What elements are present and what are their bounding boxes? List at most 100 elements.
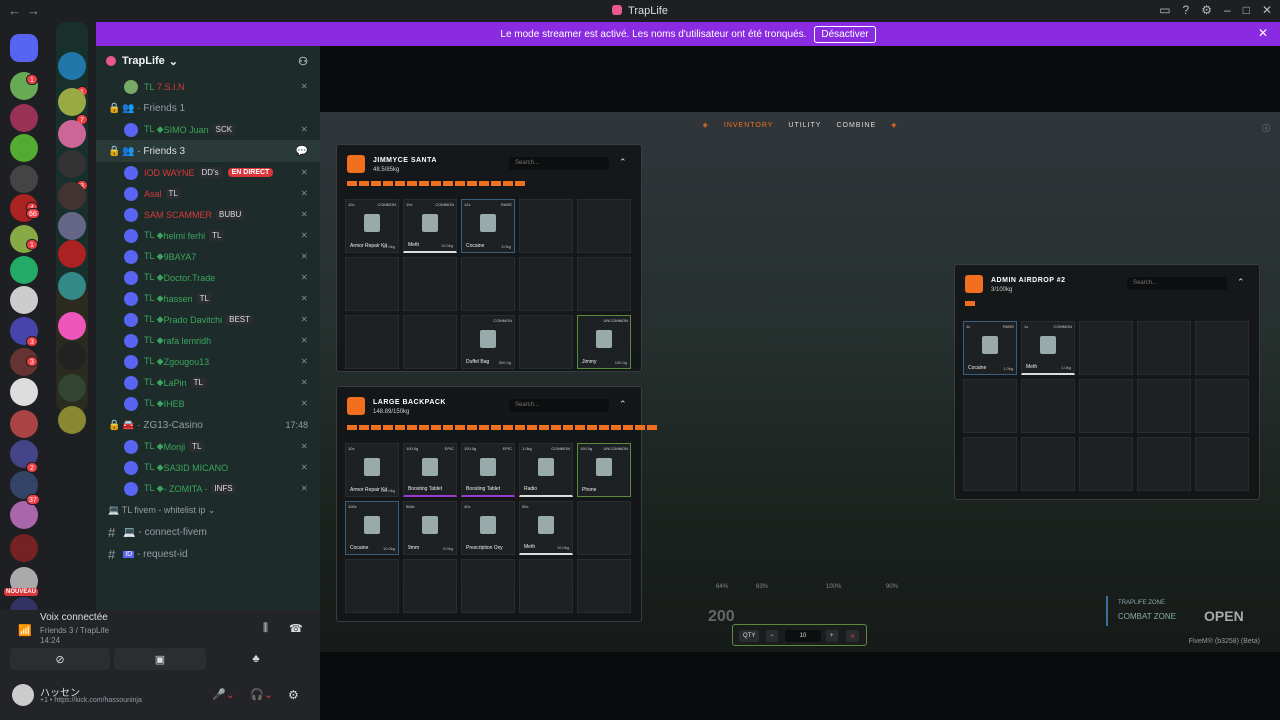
- inventory-slot[interactable]: 1.0kg COMMON Radio: [519, 443, 573, 497]
- inventory-slot[interactable]: 50x Meth 10.0kg: [519, 501, 573, 555]
- server-icon[interactable]: [58, 240, 86, 268]
- qty-close-button[interactable]: ✕: [846, 630, 860, 642]
- inventory-slot[interactable]: 100x Cocaine 10.0kg: [345, 501, 399, 555]
- inventory-slot[interactable]: 12x RARE Cocaine 3.0kg: [461, 199, 515, 253]
- activity-button[interactable]: ♣: [210, 648, 302, 670]
- server-icon[interactable]: [10, 286, 38, 314]
- inventory-slot[interactable]: 190.0g UNCOMMON Phone: [577, 443, 631, 497]
- disable-streamer-button[interactable]: Désactiver: [814, 25, 876, 43]
- inventory-slot[interactable]: [577, 199, 631, 253]
- server-header[interactable]: TrapLife ⌄ ⚇: [96, 46, 320, 76]
- voice-user[interactable]: IOD WAYNE DD's EN DIRECT ⨯: [96, 162, 320, 183]
- inventory-slot[interactable]: [345, 315, 399, 369]
- inbox-icon[interactable]: ▭: [1159, 3, 1170, 17]
- voice-user[interactable]: TL ◆ rafa lemridh ⨯: [96, 330, 320, 351]
- server-icon[interactable]: [58, 342, 86, 370]
- inventory-slot[interactable]: 40x Prescription Oxy: [461, 501, 515, 555]
- inventory-slot[interactable]: 100.0g EPIC Boosting Tablet: [403, 443, 457, 497]
- server-icon[interactable]: [10, 134, 38, 162]
- soundboard-icon[interactable]: ⫼: [263, 622, 268, 635]
- inventory-slot[interactable]: [345, 257, 399, 311]
- inventory-slot[interactable]: [519, 199, 573, 253]
- voice-user[interactable]: TL ◆ SIMO Juan SCK ⨯: [96, 119, 320, 140]
- inventory-slot[interactable]: [577, 257, 631, 311]
- voice-user[interactable]: TL ◆ helmi ferhi TL ⨯: [96, 225, 320, 246]
- inventory-slot[interactable]: [519, 257, 573, 311]
- voice-user[interactable]: TL ◆ 9BAYA7 ⨯: [96, 246, 320, 267]
- server-icon[interactable]: [10, 534, 38, 562]
- server-icon[interactable]: [58, 182, 86, 210]
- voice-user[interactable]: TL ◆ hassen TL ⨯: [96, 288, 320, 309]
- inventory-slot[interactable]: [963, 379, 1017, 433]
- inventory-slot[interactable]: [1195, 321, 1249, 375]
- voice-user[interactable]: TL ◆ Zgougou13 ⨯: [96, 351, 320, 372]
- collapse-icon[interactable]: ⌃: [619, 157, 627, 168]
- chat-icon[interactable]: 💬: [296, 146, 308, 157]
- channel-request-id[interactable]: # ID - request-id: [96, 543, 320, 565]
- inventory-slot[interactable]: [1079, 379, 1133, 433]
- inventory-slot[interactable]: 10x COMMON Meth 10.0kg: [403, 199, 457, 253]
- deafen-icon[interactable]: 🎧⌄: [250, 688, 273, 701]
- tab-inventory[interactable]: INVENTORY: [724, 122, 774, 129]
- minimize-button[interactable]: –: [1224, 3, 1231, 17]
- voice-user[interactable]: Asal TL ⨯: [96, 183, 320, 204]
- server-icon[interactable]: [10, 410, 38, 438]
- add-member-icon[interactable]: ⚇: [298, 55, 308, 68]
- collapse-icon[interactable]: ⌃: [619, 399, 627, 410]
- inventory-slot[interactable]: 568x 9mm 5.0kg: [403, 501, 457, 555]
- maximize-button[interactable]: □: [1243, 3, 1250, 17]
- voice-user[interactable]: TL ◆ Prado Davitchi BEST ⨯: [96, 309, 320, 330]
- mute-icon[interactable]: 🎤⌄: [212, 688, 235, 701]
- discord-home-icon[interactable]: [10, 34, 38, 62]
- voice-user[interactable]: TL ◆ Doctor.Trade ⨯: [96, 267, 320, 288]
- server-icon[interactable]: [58, 212, 86, 240]
- inventory-slot[interactable]: [1079, 437, 1133, 491]
- inventory-slot[interactable]: [1021, 379, 1075, 433]
- inventory-slot[interactable]: [1137, 379, 1191, 433]
- inventory-slot[interactable]: [519, 559, 573, 613]
- server-icon[interactable]: [58, 272, 86, 300]
- voice-user[interactable]: SAM SCAMMER BUBU ⨯: [96, 204, 320, 225]
- qty-minus-button[interactable]: −: [766, 630, 778, 642]
- inventory-slot[interactable]: [403, 315, 457, 369]
- close-button[interactable]: ✕: [1262, 3, 1272, 17]
- inventory-slot[interactable]: [1021, 437, 1075, 491]
- voice-channel-friends1[interactable]: 🔒 👥 · Friends 1: [96, 97, 320, 119]
- voice-user[interactable]: TL ◆ LaPin TL ⨯: [96, 372, 320, 393]
- inventory-slot[interactable]: [1137, 321, 1191, 375]
- server-icon[interactable]: [10, 104, 38, 132]
- inventory-slot[interactable]: COMMON Duffel Bag 500.0g: [461, 315, 515, 369]
- inventory-slot[interactable]: 10x COMMON Armor Repair Kit 22.0kg: [345, 199, 399, 253]
- close-banner-icon[interactable]: ✕: [1258, 26, 1268, 40]
- inventory-slot[interactable]: [1195, 437, 1249, 491]
- inventory-slot[interactable]: [577, 559, 631, 613]
- voice-user[interactable]: TL ◆ Monji TL ⨯: [96, 436, 320, 457]
- server-icon[interactable]: [10, 256, 38, 284]
- server-icon[interactable]: [58, 150, 86, 178]
- channel-connect-fivem[interactable]: # 💻 - connect-fivem: [96, 521, 320, 543]
- search-input[interactable]: Search...: [509, 157, 609, 170]
- help-icon[interactable]: ?: [1183, 3, 1190, 17]
- voice-user[interactable]: TL ◆ SA3ID MICANO ⨯: [96, 457, 320, 478]
- voice-user[interactable]: TL ◆ IHEB ⨯: [96, 393, 320, 414]
- search-input[interactable]: Search...: [1127, 277, 1227, 290]
- server-icon[interactable]: [58, 374, 86, 402]
- inventory-slot[interactable]: UNCOMMON Jimmy 190.0g: [577, 315, 631, 369]
- user-settings-icon[interactable]: ⚙: [288, 688, 299, 702]
- tab-combine[interactable]: COMBINE: [836, 122, 876, 129]
- inventory-slot[interactable]: [1195, 379, 1249, 433]
- tab-utility[interactable]: UTILITY: [788, 122, 821, 129]
- inventory-slot[interactable]: 10x Armor Repair Kit 100.0kg: [345, 443, 399, 497]
- inventory-slot[interactable]: 1x COMMON Meth 1.0kg: [1021, 321, 1075, 375]
- voice-subtitle[interactable]: Friends 3 / TrapLife: [40, 626, 109, 635]
- inventory-slot[interactable]: [403, 559, 457, 613]
- inventory-slot[interactable]: 100.0g EPIC Boosting Tablet: [461, 443, 515, 497]
- server-icon[interactable]: [58, 120, 86, 148]
- server-icon[interactable]: [10, 165, 38, 193]
- search-input[interactable]: Search...: [509, 399, 609, 412]
- voice-channel-friends3[interactable]: 🔒 👥 · Friends 3 💬: [96, 140, 320, 162]
- inventory-slot[interactable]: [577, 501, 631, 555]
- qty-input[interactable]: 10: [785, 630, 821, 642]
- qty-plus-button[interactable]: +: [826, 630, 838, 642]
- voice-channel-casino[interactable]: 🔒 🚘 · ZG13-Casino 17:48: [96, 414, 320, 436]
